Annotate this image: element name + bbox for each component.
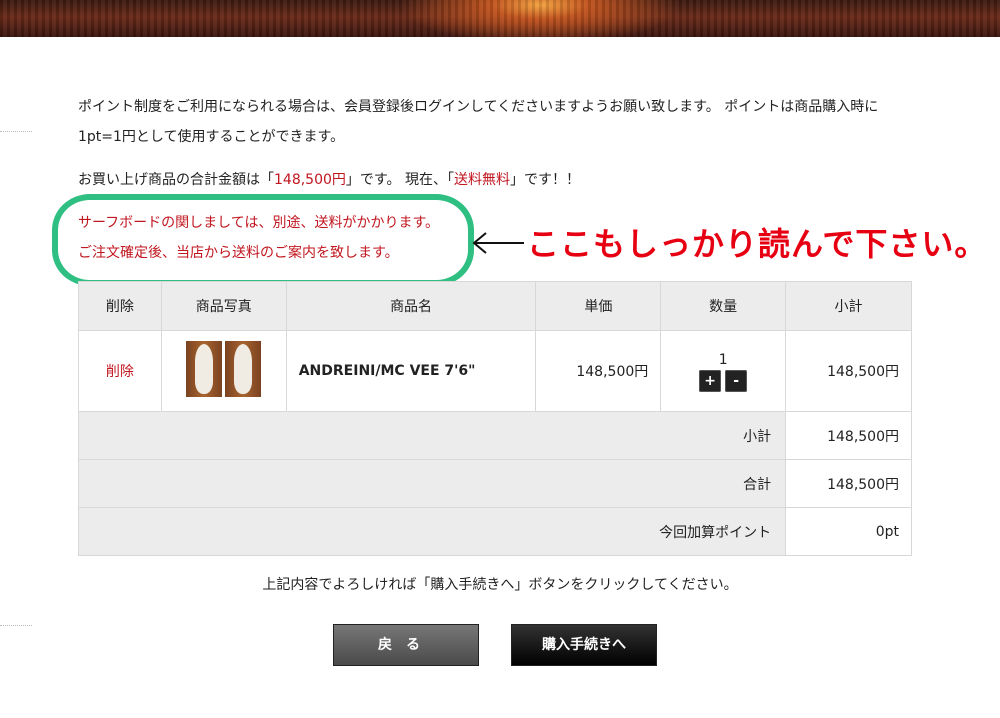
annotation-text: ここもしっかり読んで下さい。 xyxy=(527,225,988,263)
summary-label: 合計 xyxy=(77,459,787,508)
summary-label: 今回加算ポイント xyxy=(77,507,787,556)
header-subtotal: 小計 xyxy=(785,281,912,331)
product-name[interactable]: ANDREINI/MC VEE 7'6" xyxy=(285,330,537,412)
back-button[interactable]: 戻る xyxy=(333,624,479,666)
side-divider xyxy=(0,625,32,626)
points-info: ポイント制度をご利用になられる場合は、会員登録後ログインしてくださいますようお願… xyxy=(78,99,879,145)
total-amount: 148,500円 xyxy=(274,172,346,188)
highlight-ring xyxy=(52,194,474,286)
unit-price: 148,500円 xyxy=(535,330,662,412)
summary-row: 今回加算ポイント 0pt xyxy=(77,507,912,556)
increase-quantity-button[interactable]: + xyxy=(699,370,722,392)
product-photo-cell xyxy=(160,330,287,412)
summary-value: 0pt xyxy=(785,507,912,556)
summary-label: 小計 xyxy=(77,411,787,460)
quantity-value: 1 xyxy=(718,352,728,368)
quantity-cell: 1 + - xyxy=(660,330,787,412)
shipping-status: 送料無料 xyxy=(453,172,510,188)
side-divider xyxy=(0,131,32,132)
summary-row: 合計 148,500円 xyxy=(77,459,912,508)
summary-row: 小計 148,500円 xyxy=(77,411,912,460)
confirm-message: 上記内容でよろしければ「購入手続きへ」ボタンをクリックしてください。 xyxy=(262,577,738,593)
header-banner-image xyxy=(0,0,1000,37)
total-text-post: 」です！！ xyxy=(509,172,580,188)
header-photo: 商品写真 xyxy=(160,281,287,331)
table-row: 削除 ANDREINI/MC VEE 7'6" 148,500円 1 + - 1… xyxy=(78,330,912,412)
checkout-button[interactable]: 購入手続きへ xyxy=(511,624,657,666)
header-delete: 削除 xyxy=(78,281,162,331)
product-photo[interactable] xyxy=(186,341,262,397)
header-unit-price: 単価 xyxy=(535,281,662,331)
cart-table: 削除 商品写真 商品名 単価 数量 小計 削除 ANDREINI/MC VEE … xyxy=(77,281,912,556)
delete-link[interactable]: 削除 xyxy=(78,330,162,412)
surfboard-image xyxy=(186,341,223,397)
total-text-mid: 」です。 現在、「 xyxy=(345,172,454,188)
decrease-quantity-button[interactable]: - xyxy=(725,370,748,392)
item-subtotal: 148,500円 xyxy=(785,330,912,412)
table-header-row: 削除 商品写真 商品名 単価 数量 小計 xyxy=(78,281,912,331)
left-arrow-icon xyxy=(472,232,524,254)
header-product-name: 商品名 xyxy=(285,281,537,331)
summary-value: 148,500円 xyxy=(785,411,912,460)
header-quantity: 数量 xyxy=(660,281,787,331)
surfboard-image xyxy=(225,341,262,397)
total-text-pre: お買い上げ商品の合計金額は「 xyxy=(78,172,274,188)
summary-value: 148,500円 xyxy=(785,459,912,508)
total-info: お買い上げ商品の合計金額は「148,500円」です。 現在、「送料無料」です！！ xyxy=(78,168,918,192)
